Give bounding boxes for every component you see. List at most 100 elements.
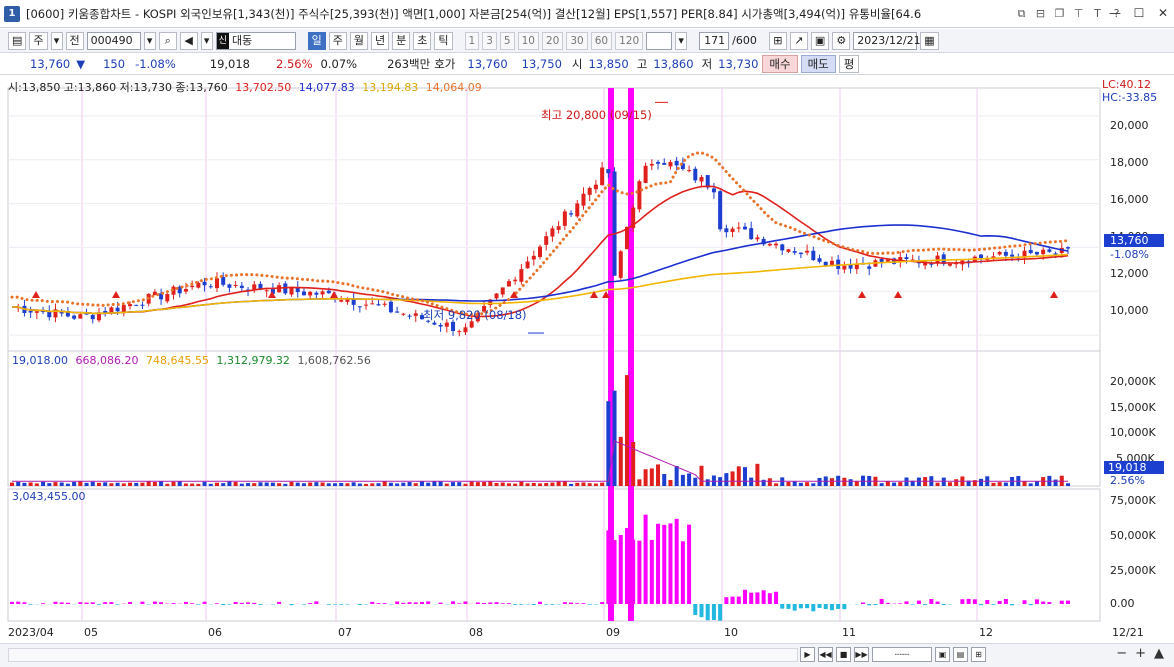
- interval-1[interactable]: 1: [464, 31, 480, 50]
- period-week[interactable]: 주: [328, 31, 347, 50]
- interval-10[interactable]: 10: [517, 31, 539, 50]
- volume-bar: [513, 483, 518, 486]
- scroll-up-icon[interactable]: ▲: [1154, 646, 1164, 661]
- volume-bar: [16, 481, 21, 486]
- layout-icon[interactable]: ▤: [8, 31, 27, 50]
- interval-dropdown-icon[interactable]: ▾: [675, 31, 688, 50]
- oscillator-bar: [705, 604, 710, 621]
- volume-bar: [1022, 481, 1027, 486]
- close-icon[interactable]: ✕: [1156, 6, 1170, 20]
- volume-bar: [432, 481, 437, 486]
- link-icon[interactable]: ⧉: [1015, 7, 1028, 20]
- oscillator-bar: [227, 604, 232, 605]
- volume-bar: [190, 483, 195, 486]
- sound-icon[interactable]: ◀: [179, 31, 198, 50]
- buy-signal-arrow: [894, 291, 902, 298]
- window-cascade-icon[interactable]: ❐: [1053, 7, 1066, 20]
- avg-price-button[interactable]: 평: [838, 55, 860, 73]
- interval-20[interactable]: 20: [541, 31, 564, 50]
- volume-bar: [277, 483, 282, 486]
- rewind-icon[interactable]: ◀◀: [818, 647, 833, 662]
- period-tick[interactable]: 틱: [434, 31, 453, 50]
- market-type-dropdown-icon[interactable]: ▾: [50, 31, 63, 50]
- title-bar: 1 [0600] 키움종합차트 - KOSPI 외국인보유[1,343(천)] …: [0, 0, 1174, 28]
- parabolic-sar-dots: [10, 151, 1070, 317]
- volume-bar: [1028, 483, 1033, 486]
- sell-button[interactable]: 매도: [800, 55, 836, 73]
- interval-3[interactable]: 3: [482, 31, 497, 50]
- volume-bar: [426, 482, 431, 486]
- window-tile-icon[interactable]: ⊟: [1034, 7, 1047, 20]
- stop-icon[interactable]: ■: [836, 647, 851, 662]
- interval-custom-input[interactable]: [646, 31, 673, 50]
- volume-bar: [581, 482, 586, 486]
- oscillator-bar: [314, 601, 319, 604]
- indicator-icon[interactable]: ⊞: [768, 31, 787, 50]
- grid-mode-icon[interactable]: ⊞: [971, 647, 986, 662]
- scope-button[interactable]: 전: [65, 31, 84, 50]
- scroll-right-icon[interactable]: ▶: [800, 647, 815, 662]
- volume-bar: [208, 483, 213, 486]
- stock-name-field[interactable]: 신 대동: [215, 31, 296, 50]
- minimize-icon[interactable]: —: [1108, 6, 1122, 20]
- volume-bar: [121, 483, 126, 486]
- zoom-in-icon[interactable]: +: [1135, 646, 1146, 661]
- oscillator-bar: [438, 602, 443, 604]
- volume-bar: [637, 479, 642, 486]
- candle-body: [115, 307, 120, 312]
- oscillator-bar: [923, 604, 928, 605]
- volume-bar: [587, 483, 592, 486]
- sound-dropdown-icon[interactable]: ▾: [200, 31, 213, 50]
- settings-icon[interactable]: ⚙: [832, 31, 851, 50]
- maximize-icon[interactable]: ☐: [1132, 6, 1146, 20]
- zoom-slider-icon[interactable]: ┄┄┄: [872, 647, 932, 662]
- candle-body: [90, 315, 95, 320]
- candle-body: [656, 161, 661, 164]
- fast-forward-icon[interactable]: ▶▶: [854, 647, 869, 662]
- volume-bar: [848, 479, 853, 486]
- interval-120[interactable]: 120: [615, 31, 644, 50]
- period-minute[interactable]: 분: [392, 31, 411, 50]
- candle-body: [718, 191, 723, 230]
- view-mode-icon[interactable]: ▤: [953, 647, 968, 662]
- volume-bar: [879, 483, 884, 486]
- font-icon[interactable]: T: [1091, 7, 1104, 20]
- interval-5[interactable]: 5: [499, 31, 515, 50]
- volume-bar: [668, 479, 673, 486]
- count-input[interactable]: 171: [699, 31, 730, 50]
- volume-bar: [997, 482, 1002, 486]
- candle-body: [221, 277, 226, 285]
- volume-bar: [165, 483, 170, 486]
- interval-60[interactable]: 60: [590, 31, 613, 50]
- zoom-out-icon[interactable]: −: [1116, 646, 1127, 661]
- volume-bar: [233, 481, 238, 486]
- period-second[interactable]: 초: [413, 31, 432, 50]
- draw-tool-icon[interactable]: ↗: [789, 31, 808, 50]
- period-month[interactable]: 월: [349, 31, 369, 50]
- code-dropdown-icon[interactable]: ▾: [143, 31, 156, 50]
- chart-area[interactable]: 시:13,850 고:13,860 저:13,730 종:13,760 13,7…: [0, 76, 1174, 643]
- save-icon[interactable]: ▣: [810, 31, 830, 50]
- price-change-pct: -1.08%: [135, 57, 176, 71]
- period-day[interactable]: 일: [307, 31, 326, 50]
- oscillator-bar: [674, 518, 679, 604]
- candle-body: [208, 286, 213, 288]
- pin-icon[interactable]: ⊤: [1072, 7, 1085, 20]
- calendar-icon[interactable]: ▦: [920, 31, 939, 50]
- buy-button[interactable]: 매수: [762, 55, 798, 73]
- candle-body: [519, 269, 524, 282]
- stock-code-input[interactable]: 000490: [86, 31, 141, 50]
- interval-30[interactable]: 30: [566, 31, 588, 50]
- period-year[interactable]: 년: [371, 31, 390, 50]
- volume-bar: [755, 463, 760, 486]
- oscillator-bar: [680, 541, 685, 604]
- search-icon[interactable]: ⌕: [158, 31, 177, 50]
- volume-bar: [413, 483, 418, 486]
- display-mode-icon[interactable]: ▣: [935, 647, 950, 662]
- market-type-select[interactable]: 주: [29, 31, 48, 50]
- chart-scrollbar[interactable]: [8, 648, 798, 662]
- candle-body: [1010, 254, 1015, 257]
- date-label-jul: 07: [338, 626, 352, 639]
- date-input[interactable]: 2023/12/21: [853, 31, 921, 50]
- volume-bar: [438, 481, 443, 486]
